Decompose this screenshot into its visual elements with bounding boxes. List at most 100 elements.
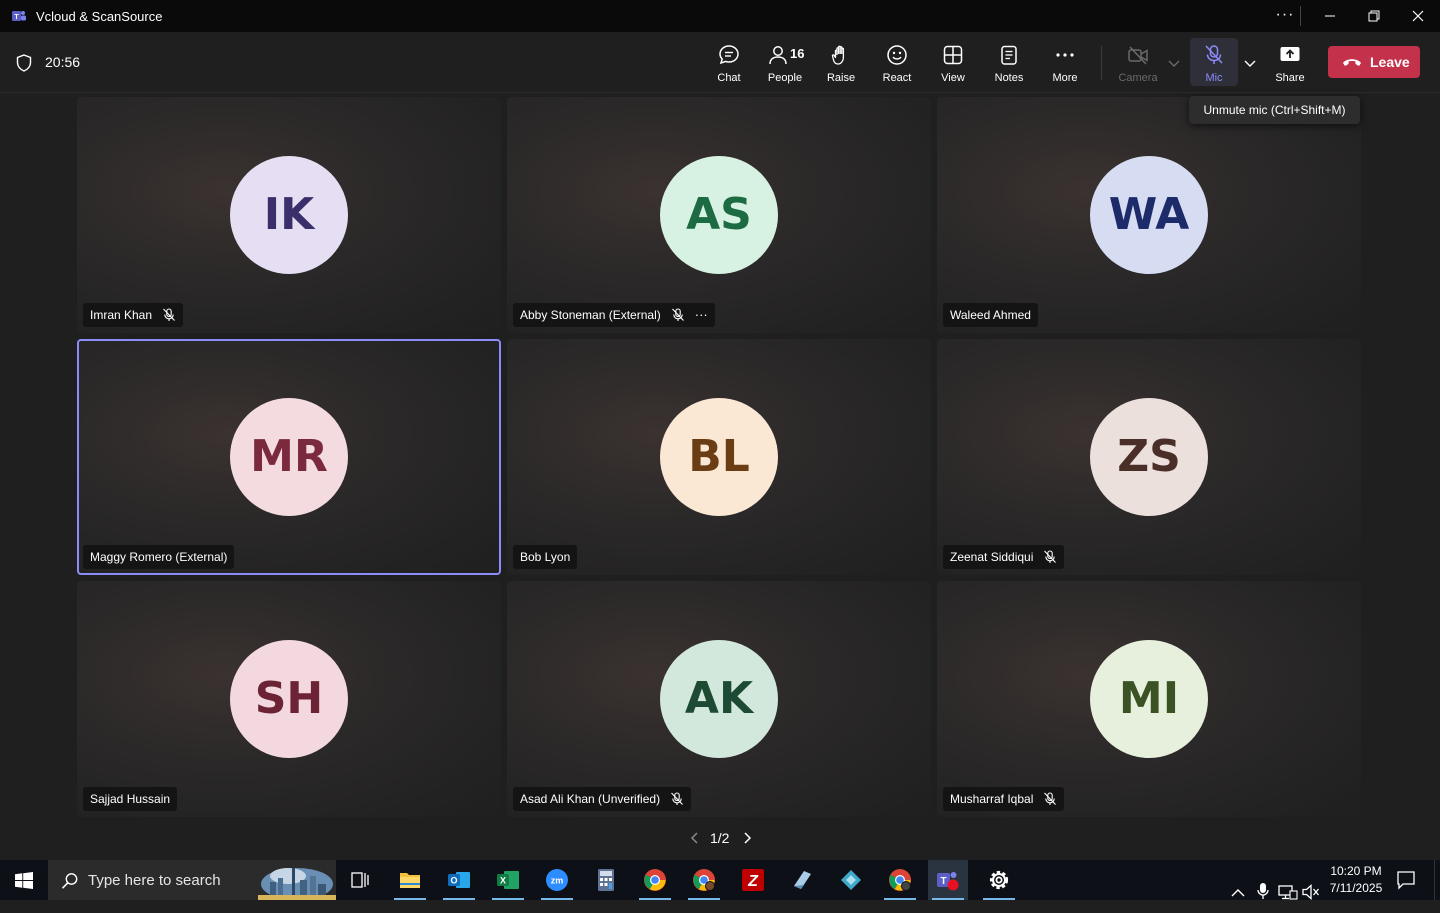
chrome-guest-taskbar-button[interactable] (880, 860, 920, 900)
notes-icon (1001, 45, 1017, 65)
zoom-taskbar-button[interactable]: zm (537, 860, 577, 900)
excel-taskbar-button[interactable]: X (488, 860, 528, 900)
svg-text:O: O (450, 876, 457, 886)
participant-more-options-button[interactable]: ··· (695, 308, 708, 321)
next-page-chevron-icon[interactable] (742, 831, 752, 845)
taskbar-clock[interactable]: 10:20 PM 7/11/2025 (1322, 863, 1390, 897)
mic-muted-icon (671, 308, 685, 322)
participant-name-tag: Maggy Romero (External) (83, 545, 235, 569)
close-button[interactable] (1396, 0, 1440, 32)
participant-name-tag: Musharraf Iqbal (943, 787, 1065, 811)
view-button[interactable]: View (927, 38, 979, 86)
outlook-taskbar-button[interactable]: O (439, 860, 479, 900)
shield-icon (16, 54, 32, 72)
svg-text:T: T (14, 14, 19, 21)
participant-avatar: ZS (1090, 398, 1208, 516)
raise-hand-button[interactable]: Raise (815, 38, 867, 86)
participant-avatar: WA (1090, 156, 1208, 274)
participant-avatar: AK (660, 640, 778, 758)
leave-label: Leave (1370, 54, 1410, 70)
participant-name-tag: Waleed Ahmed (943, 303, 1038, 327)
raise-label: Raise (826, 72, 856, 84)
chat-icon (719, 45, 739, 65)
excel-icon: X (497, 871, 519, 889)
zoom-icon: zm (546, 869, 568, 891)
chrome-icon (644, 869, 666, 891)
search-highlight-illustration (258, 868, 336, 900)
mic-options-chevron-icon[interactable] (1242, 56, 1258, 70)
calculator-taskbar-button[interactable] (586, 860, 626, 900)
windows-taskbar: Type here to search O X zm Z T 10:20 PM … (0, 860, 1440, 900)
svg-text:zm: zm (551, 876, 564, 886)
windows-logo-icon (15, 872, 33, 889)
title-separator (1300, 6, 1301, 26)
minimize-button[interactable] (1308, 0, 1352, 32)
notes-button[interactable]: Notes (983, 38, 1035, 86)
chrome-taskbar-button[interactable] (635, 860, 675, 900)
leave-button[interactable]: Leave (1328, 46, 1420, 78)
start-button[interactable] (0, 860, 48, 900)
react-button[interactable]: React (871, 38, 923, 86)
people-count: 16 (790, 46, 805, 61)
participant-tile[interactable]: SH Sajjad Hussain (77, 581, 501, 817)
outlook-icon: O (448, 872, 470, 888)
app-blue-taskbar-button[interactable] (782, 860, 822, 900)
participant-tile[interactable]: AK Asad Ali Khan (Unverified) (507, 581, 931, 817)
chat-button[interactable]: Chat (703, 38, 755, 86)
teams-icon: T (937, 872, 959, 891)
participant-name: Bob Lyon (520, 550, 571, 564)
file-explorer-taskbar-button[interactable] (390, 860, 430, 900)
participant-tile[interactable]: MR Maggy Romero (External) (77, 339, 501, 575)
participant-name-tag: Sajjad Hussain (83, 787, 178, 811)
svg-text:T: T (940, 876, 946, 887)
window-more-button[interactable]: ··· (1272, 2, 1298, 30)
react-label: React (882, 72, 912, 84)
more-button[interactable]: More (1039, 38, 1091, 86)
participant-name: Zeenat Siddiqui (950, 550, 1034, 564)
view-label: View (941, 72, 965, 84)
app-diamond-taskbar-button[interactable] (831, 860, 871, 900)
app-blue-icon (794, 871, 811, 889)
mic-muted-icon (1043, 792, 1057, 806)
volume-muted-tray-icon[interactable] (1302, 872, 1320, 912)
participant-avatar: IK (230, 156, 348, 274)
calculator-icon (598, 869, 614, 891)
notifications-icon[interactable] (1396, 870, 1416, 890)
participant-tile[interactable]: ZS Zeenat Siddiqui (937, 339, 1361, 575)
chrome-profile-taskbar-button[interactable] (684, 860, 724, 900)
participant-tile[interactable]: IK Imran Khan (77, 97, 501, 333)
participant-tile[interactable]: AS Abby Stoneman (External) ··· (507, 97, 931, 333)
show-hidden-icons-chevron-icon[interactable] (1230, 873, 1246, 913)
mic-button[interactable]: Mic (1190, 38, 1238, 86)
restore-icon (1368, 10, 1380, 22)
task-view-button[interactable] (343, 860, 377, 900)
previous-page-chevron-icon[interactable] (690, 831, 700, 845)
filezilla-icon: Z (742, 869, 764, 891)
participant-name: Waleed Ahmed (950, 308, 1031, 322)
search-placeholder: Type here to search (88, 872, 221, 889)
chrome-profile-icon (693, 869, 715, 891)
share-button[interactable]: Share (1264, 38, 1316, 86)
participant-tile[interactable]: WA Waleed Ahmed (937, 97, 1361, 333)
camera-options-chevron-icon[interactable] (1166, 56, 1182, 70)
show-desktop-button[interactable] (1434, 860, 1440, 900)
mic-muted-icon (162, 308, 176, 322)
participant-tile[interactable]: BL Bob Lyon (507, 339, 931, 575)
teams-taskbar-button[interactable]: T (928, 860, 968, 900)
mic-label: Mic (1205, 72, 1223, 84)
camera-button[interactable]: Camera (1112, 38, 1164, 86)
smiley-icon (887, 45, 907, 65)
window-title: Vcloud & ScanSource (36, 9, 163, 24)
filezilla-taskbar-button[interactable]: Z (733, 860, 773, 900)
participant-name: Maggy Romero (External) (90, 550, 228, 564)
participant-tile[interactable]: MI Musharraf Iqbal (937, 581, 1361, 817)
participant-name-tag: Bob Lyon (513, 545, 578, 569)
microphone-tray-icon[interactable] (1256, 871, 1270, 911)
taskbar-search-box[interactable]: Type here to search (48, 860, 336, 900)
restore-button[interactable] (1352, 0, 1396, 32)
settings-taskbar-button[interactable] (979, 860, 1019, 900)
network-tray-icon[interactable] (1278, 872, 1298, 912)
clock-date: 7/11/2025 (1329, 881, 1383, 895)
toolbar-separator (1101, 46, 1102, 80)
svg-text:X: X (500, 876, 506, 886)
